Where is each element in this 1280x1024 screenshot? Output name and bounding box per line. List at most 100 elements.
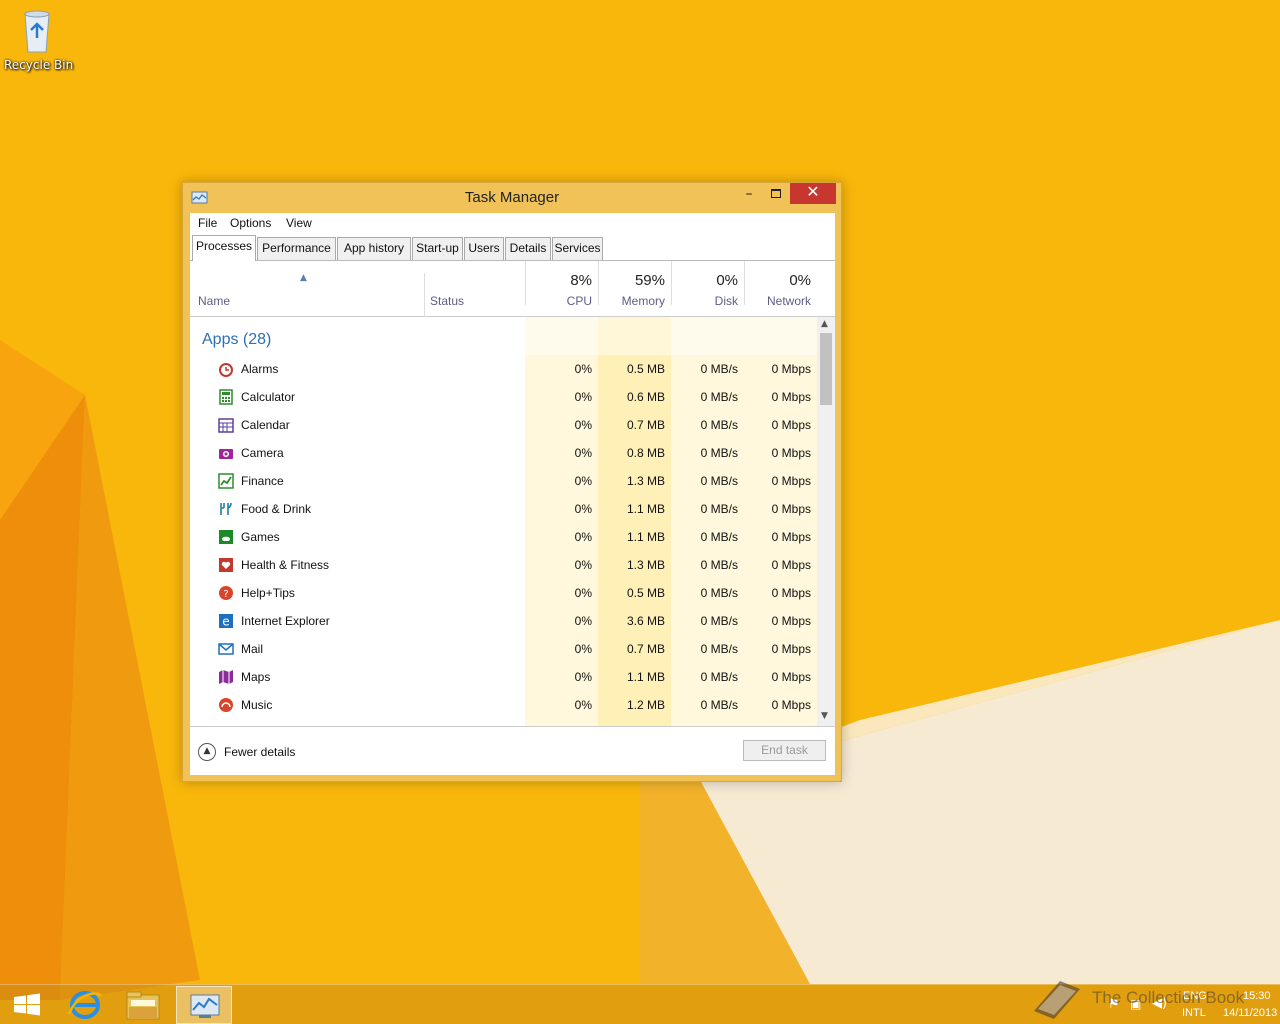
memory-label: Memory xyxy=(621,294,665,308)
finance-icon xyxy=(218,473,234,489)
table-row[interactable]: e Internet Explorer 0% 3.6 MB 0 MB/s 0 Mbps xyxy=(190,607,817,635)
table-row[interactable]: ? Help+Tips 0% 0.5 MB 0 MB/s 0 Mbps xyxy=(190,579,817,607)
tab-services[interactable]: Services xyxy=(552,237,603,260)
process-memory: 1.2 MB xyxy=(626,698,665,712)
process-network: 0 Mbps xyxy=(771,418,811,432)
process-name: Calculator xyxy=(241,390,296,404)
taskbar-internet-explorer[interactable] xyxy=(57,986,113,1024)
process-disk: 0 MB/s xyxy=(700,614,738,628)
disk-total: 0% xyxy=(716,272,738,289)
process-memory: 0.7 MB xyxy=(626,418,665,432)
start-button[interactable] xyxy=(0,986,56,1024)
process-disk: 0 MB/s xyxy=(700,362,738,376)
maps-icon xyxy=(218,669,234,685)
process-memory: 0.6 MB xyxy=(626,390,665,404)
process-network: 0 Mbps xyxy=(771,670,811,684)
menu-file[interactable]: File xyxy=(198,216,217,230)
process-name: Help+Tips xyxy=(241,586,295,600)
table-row[interactable]: Games 0% 1.1 MB 0 MB/s 0 Mbps xyxy=(190,523,817,551)
minimize-button[interactable]: – xyxy=(736,187,762,208)
process-cpu: 0% xyxy=(574,418,592,432)
process-disk: 0 MB/s xyxy=(700,670,738,684)
column-disk[interactable]: 0% Disk xyxy=(671,261,744,308)
process-name: Maps xyxy=(241,670,271,684)
scrollbar-thumb[interactable] xyxy=(820,333,832,405)
apps-group-title[interactable]: Apps (28) xyxy=(202,331,271,349)
taskbar-task-manager[interactable] xyxy=(176,986,232,1024)
recycle-bin[interactable]: Recycle Bin xyxy=(4,6,74,72)
menu-view[interactable]: View xyxy=(286,216,312,230)
process-disk: 0 MB/s xyxy=(700,418,738,432)
process-disk: 0 MB/s xyxy=(700,446,738,460)
tab-start-up[interactable]: Start-up xyxy=(412,237,463,260)
windows-logo-icon xyxy=(14,993,40,1016)
maximize-icon xyxy=(771,189,781,198)
column-status[interactable]: Status xyxy=(430,294,464,308)
column-cpu[interactable]: 8% CPU xyxy=(525,261,598,308)
process-cpu: 0% xyxy=(574,390,592,404)
process-name: Camera xyxy=(241,446,284,460)
table-row[interactable]: Mail 0% 0.7 MB 0 MB/s 0 Mbps xyxy=(190,635,817,663)
process-name: Finance xyxy=(241,474,284,488)
column-memory[interactable]: 59% Memory xyxy=(598,261,671,308)
alarms-icon xyxy=(218,361,234,377)
process-name: Mail xyxy=(241,642,264,656)
process-cpu: 0% xyxy=(574,698,592,712)
process-disk: 0 MB/s xyxy=(700,586,738,600)
menu-options[interactable]: Options xyxy=(230,216,271,230)
table-row[interactable]: Alarms 0% 0.5 MB 0 MB/s 0 Mbps xyxy=(190,355,817,383)
table-row[interactable]: Food & Drink 0% 1.1 MB 0 MB/s 0 Mbps xyxy=(190,495,817,523)
process-memory: 1.1 MB xyxy=(626,530,665,544)
calculator-icon xyxy=(218,389,234,405)
tab-app-history[interactable]: App history xyxy=(337,237,411,260)
disk-label: Disk xyxy=(714,294,738,308)
cpu-label: CPU xyxy=(566,294,592,308)
title-bar[interactable]: Task Manager – ✕ xyxy=(183,183,841,213)
svg-text:e: e xyxy=(222,615,229,629)
table-row[interactable]: Health & Fitness 0% 1.3 MB 0 MB/s 0 Mbps xyxy=(190,551,817,579)
process-cpu: 0% xyxy=(574,586,592,600)
menu-bar: File Options View xyxy=(190,213,835,235)
close-button[interactable]: ✕ xyxy=(790,183,836,204)
mail-icon xyxy=(218,641,234,657)
process-disk: 0 MB/s xyxy=(700,558,738,572)
table-row[interactable]: Calculator 0% 0.6 MB 0 MB/s 0 Mbps xyxy=(190,383,817,411)
table-row[interactable]: Calendar 0% 0.7 MB 0 MB/s 0 Mbps xyxy=(190,411,817,439)
scroll-up-icon[interactable]: ▲ xyxy=(821,319,828,329)
table-row[interactable]: Finance 0% 1.3 MB 0 MB/s 0 Mbps xyxy=(190,467,817,495)
process-network: 0 Mbps xyxy=(771,698,811,712)
end-task-button[interactable]: End task xyxy=(743,740,826,761)
process-memory: 0.7 MB xyxy=(626,642,665,656)
taskbar-file-explorer[interactable] xyxy=(115,986,171,1024)
process-name: Music xyxy=(241,698,273,712)
table-row[interactable]: Maps 0% 1.1 MB 0 MB/s 0 Mbps xyxy=(190,663,817,691)
process-memory: 0.8 MB xyxy=(626,446,665,460)
process-cpu: 0% xyxy=(574,558,592,572)
process-name: Food & Drink xyxy=(241,502,312,516)
tab-details[interactable]: Details xyxy=(505,237,551,260)
process-network: 0 Mbps xyxy=(771,502,811,516)
process-network: 0 Mbps xyxy=(771,362,811,376)
scroll-down-icon[interactable]: ▼ xyxy=(821,711,828,721)
calendar-icon xyxy=(218,417,234,433)
column-header: ▲ Name Status 8% CPU 59% Memory 0% Disk … xyxy=(190,261,835,317)
process-cpu: 0% xyxy=(574,362,592,376)
health-fitness-icon xyxy=(218,557,234,573)
process-disk: 0 MB/s xyxy=(700,642,738,656)
column-network[interactable]: 0% Network xyxy=(744,261,817,308)
table-row[interactable]: Camera 0% 0.8 MB 0 MB/s 0 Mbps xyxy=(190,439,817,467)
process-disk: 0 MB/s xyxy=(700,530,738,544)
tab-performance[interactable]: Performance xyxy=(257,237,336,260)
column-name[interactable]: Name xyxy=(198,294,230,308)
camera-icon xyxy=(218,445,234,461)
maximize-button[interactable] xyxy=(763,186,789,207)
recycle-bin-label: Recycle Bin xyxy=(4,58,74,72)
column-divider xyxy=(424,273,425,317)
process-network: 0 Mbps xyxy=(771,586,811,600)
tab-users[interactable]: Users xyxy=(464,237,504,260)
tab-processes[interactable]: Processes xyxy=(192,235,256,261)
internet-explorer-icon: e xyxy=(218,613,234,629)
process-network: 0 Mbps xyxy=(771,446,811,460)
table-row[interactable]: Music 0% 1.2 MB 0 MB/s 0 Mbps xyxy=(190,691,817,719)
vertical-scrollbar[interactable]: ▲ ▼ xyxy=(817,317,835,726)
